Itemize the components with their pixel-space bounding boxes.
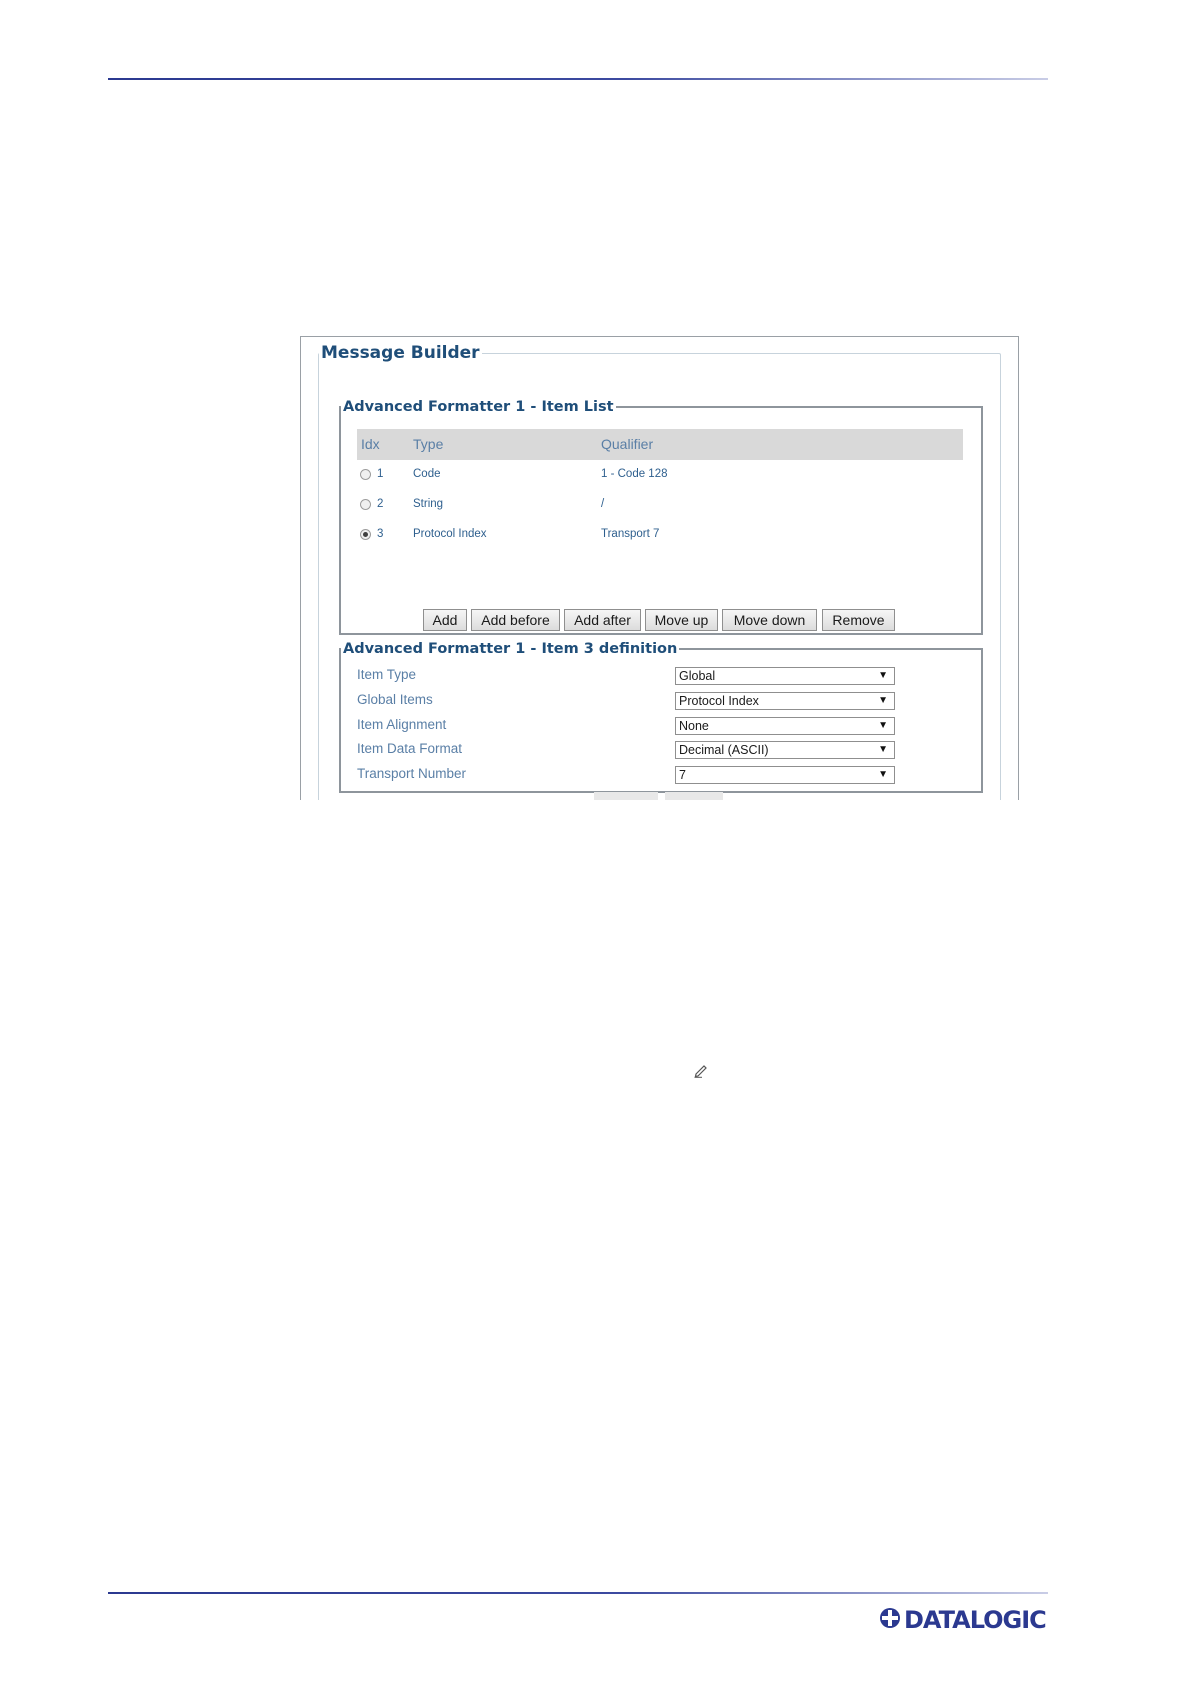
row-qualifier: Transport 7	[601, 528, 660, 540]
row-radio-button[interactable]	[360, 469, 371, 480]
dropdown-arrow-icon: ▼	[878, 670, 888, 681]
row-qualifier: /	[601, 498, 605, 510]
dropdown-arrow-icon: ▼	[878, 695, 888, 706]
add-after-button[interactable]: Add after	[564, 609, 641, 631]
cropped-tab-right	[665, 792, 723, 800]
cropped-tab-left	[594, 792, 658, 800]
item-data-format-select[interactable]: Decimal (ASCII) ▼	[675, 741, 895, 759]
item-definition-fieldset: Advanced Formatter 1 - Item 3 definition…	[339, 641, 983, 793]
pencil-icon	[694, 1065, 707, 1078]
move-up-button[interactable]: Move up	[645, 609, 718, 631]
row-radio-button-selected[interactable]	[360, 529, 371, 540]
item-type-value: Global	[679, 669, 716, 683]
panel-title: Message Builder	[321, 343, 480, 363]
row-type: Code	[413, 468, 441, 480]
global-items-label: Global Items	[357, 692, 433, 707]
footer-rule	[108, 1592, 1048, 1594]
item-alignment-label: Item Alignment	[357, 717, 447, 732]
dropdown-arrow-icon: ▼	[878, 769, 888, 780]
row-qualifier: 1 - Code 128	[601, 468, 668, 480]
item-alignment-value: None	[679, 719, 709, 733]
column-header-idx: Idx	[361, 436, 380, 452]
item-data-format-value: Decimal (ASCII)	[679, 743, 769, 757]
item-list-legend: Advanced Formatter 1 - Item List	[343, 399, 614, 415]
row-radio-button[interactable]	[360, 499, 371, 510]
message-builder-screenshot: Message Builder Advanced Formatter 1 - I…	[300, 336, 1019, 800]
transport-number-value: 7	[679, 768, 686, 782]
table-row[interactable]: 2 String /	[357, 492, 963, 522]
item-data-format-label: Item Data Format	[357, 741, 463, 756]
move-down-button[interactable]: Move down	[722, 609, 817, 631]
transport-number-select[interactable]: 7 ▼	[675, 766, 895, 784]
column-header-type: Type	[413, 436, 444, 452]
global-items-select[interactable]: Protocol Index ▼	[675, 692, 895, 710]
item-alignment-select[interactable]: None ▼	[675, 717, 895, 735]
dropdown-arrow-icon: ▼	[878, 720, 888, 731]
item-definition-legend: Advanced Formatter 1 - Item 3 definition	[343, 641, 678, 657]
message-builder-panel: Message Builder Advanced Formatter 1 - I…	[318, 343, 1001, 800]
add-button[interactable]: Add	[423, 609, 467, 631]
row-idx: 1	[377, 468, 384, 480]
row-type: String	[413, 498, 444, 510]
row-idx: 2	[377, 498, 384, 510]
item-list-header: Idx Type Qualifier	[357, 429, 963, 460]
add-before-button[interactable]: Add before	[471, 609, 560, 631]
datalogic-logo: DATALOGIC	[880, 1606, 1047, 1634]
row-type: Protocol Index	[413, 528, 487, 540]
header-rule	[108, 78, 1048, 80]
item-list-fieldset: Advanced Formatter 1 - Item List Idx Typ…	[339, 399, 983, 635]
table-row[interactable]: 1 Code 1 - Code 128	[357, 462, 963, 492]
remove-button[interactable]: Remove	[822, 609, 895, 631]
item-type-select[interactable]: Global ▼	[675, 667, 895, 685]
dropdown-arrow-icon: ▼	[878, 744, 888, 755]
svg-text:DATALOGIC: DATALOGIC	[904, 1606, 1046, 1634]
row-idx: 3	[377, 528, 384, 540]
global-items-value: Protocol Index	[679, 694, 759, 708]
table-row[interactable]: 3 Protocol Index Transport 7	[357, 522, 963, 552]
item-type-label: Item Type	[357, 667, 417, 682]
column-header-qualifier: Qualifier	[601, 436, 654, 452]
transport-number-label: Transport Number	[357, 766, 467, 781]
